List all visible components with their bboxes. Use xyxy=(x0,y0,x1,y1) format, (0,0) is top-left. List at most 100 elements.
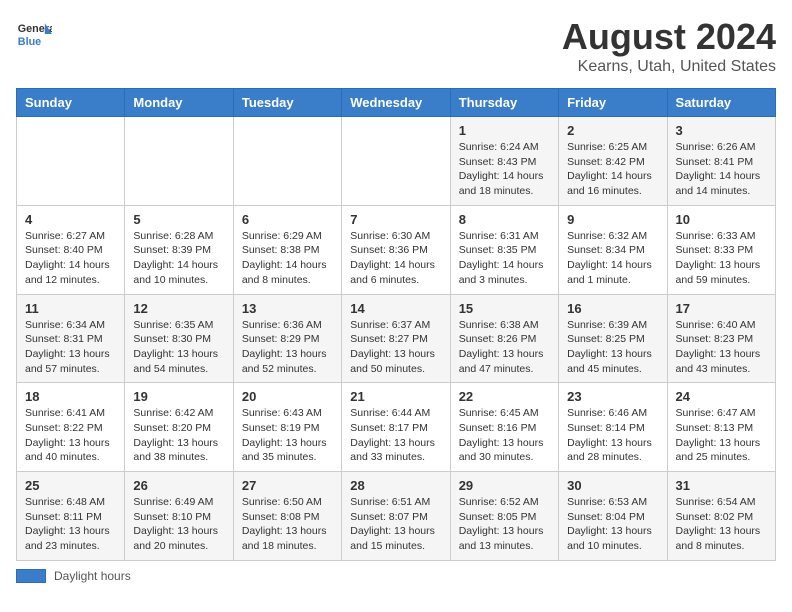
calendar-cell: 1 Sunrise: 6:24 AMSunset: 8:43 PMDaylight… xyxy=(450,117,558,206)
day-info: Sunrise: 6:41 AMSunset: 8:22 PMDaylight:… xyxy=(25,406,116,465)
day-info: Sunrise: 6:30 AMSunset: 8:36 PMDaylight:… xyxy=(350,229,441,288)
calendar-cell: 11Sunrise: 6:34 AMSunset: 8:31 PMDayligh… xyxy=(17,294,125,383)
day-info: Sunrise: 6:51 AMSunset: 8:07 PMDaylight:… xyxy=(350,495,441,554)
day-info: Sunrise: 6:53 AMSunset: 8:04 PMDaylight:… xyxy=(567,495,658,554)
day-number: 27 xyxy=(242,478,333,493)
day-number: 31 xyxy=(676,478,767,493)
col-friday: Friday xyxy=(559,89,667,117)
calendar-cell: 17 Sunrise: 6:40 AMSunset: 8:23 PMDayligh… xyxy=(667,294,775,383)
day-number: 12 xyxy=(133,301,224,316)
day-info: Sunrise: 6:26 AMSunset: 8:41 PMDaylight:… xyxy=(676,140,767,199)
day-info: Sunrise: 6:25 AMSunset: 8:42 PMDaylight:… xyxy=(567,140,658,199)
day-info: Sunrise: 6:36 AMSunset: 8:29 PMDaylight:… xyxy=(242,318,333,377)
day-number: 26 xyxy=(133,478,224,493)
day-number: 24 xyxy=(676,389,767,404)
calendar-cell: 14 Sunrise: 6:37 AMSunset: 8:27 PMDayligh… xyxy=(342,294,450,383)
col-monday: Monday xyxy=(125,89,233,117)
col-tuesday: Tuesday xyxy=(233,89,341,117)
week-row-3: 11Sunrise: 6:34 AMSunset: 8:31 PMDayligh… xyxy=(17,294,776,383)
calendar-cell: 2 Sunrise: 6:25 AMSunset: 8:42 PMDaylight… xyxy=(559,117,667,206)
day-info: Sunrise: 6:37 AMSunset: 8:27 PMDaylight:… xyxy=(350,318,441,377)
day-info: Sunrise: 6:35 AMSunset: 8:30 PMDaylight:… xyxy=(133,318,224,377)
day-info: Sunrise: 6:49 AMSunset: 8:10 PMDaylight:… xyxy=(133,495,224,554)
day-number: 3 xyxy=(676,123,767,138)
svg-text:Blue: Blue xyxy=(18,36,41,48)
calendar-cell: 29 Sunrise: 6:52 AMSunset: 8:05 PMDayligh… xyxy=(450,472,558,561)
calendar-header-row: Sunday Monday Tuesday Wednesday Thursday… xyxy=(17,89,776,117)
week-row-5: 25 Sunrise: 6:48 AMSunset: 8:11 PMDayligh… xyxy=(17,472,776,561)
calendar-cell: 27 Sunrise: 6:50 AMSunset: 8:08 PMDayligh… xyxy=(233,472,341,561)
day-number: 5 xyxy=(133,212,224,227)
logo: General Blue xyxy=(16,16,52,52)
day-number: 15 xyxy=(459,301,550,316)
calendar-cell: 12 Sunrise: 6:35 AMSunset: 8:30 PMDayligh… xyxy=(125,294,233,383)
calendar-cell xyxy=(125,117,233,206)
calendar-cell: 22 Sunrise: 6:45 AMSunset: 8:16 PMDayligh… xyxy=(450,383,558,472)
legend-label: Daylight hours xyxy=(54,569,131,583)
calendar-cell: 18 Sunrise: 6:41 AMSunset: 8:22 PMDayligh… xyxy=(17,383,125,472)
calendar-cell: 15 Sunrise: 6:38 AMSunset: 8:26 PMDayligh… xyxy=(450,294,558,383)
week-row-1: 1 Sunrise: 6:24 AMSunset: 8:43 PMDaylight… xyxy=(17,117,776,206)
day-number: 13 xyxy=(242,301,333,316)
day-number: 8 xyxy=(459,212,550,227)
calendar-table: Sunday Monday Tuesday Wednesday Thursday… xyxy=(16,88,776,561)
col-wednesday: Wednesday xyxy=(342,89,450,117)
sub-title: Kearns, Utah, United States xyxy=(562,58,776,76)
day-info: Sunrise: 6:40 AMSunset: 8:23 PMDaylight:… xyxy=(676,318,767,377)
calendar-cell: 25 Sunrise: 6:48 AMSunset: 8:11 PMDayligh… xyxy=(17,472,125,561)
calendar-cell: 24Sunrise: 6:47 AMSunset: 8:13 PMDayligh… xyxy=(667,383,775,472)
day-number: 14 xyxy=(350,301,441,316)
day-number: 1 xyxy=(459,123,550,138)
day-info: Sunrise: 6:52 AMSunset: 8:05 PMDaylight:… xyxy=(459,495,550,554)
main-title: August 2024 xyxy=(562,16,776,58)
day-info: Sunrise: 6:24 AMSunset: 8:43 PMDaylight:… xyxy=(459,140,550,199)
day-number: 16 xyxy=(567,301,658,316)
calendar-cell: 3 Sunrise: 6:26 AMSunset: 8:41 PMDaylight… xyxy=(667,117,775,206)
day-info: Sunrise: 6:46 AMSunset: 8:14 PMDaylight:… xyxy=(567,406,658,465)
calendar-cell: 8Sunrise: 6:31 AMSunset: 8:35 PMDaylight… xyxy=(450,205,558,294)
day-number: 4 xyxy=(25,212,116,227)
calendar-cell: 10Sunrise: 6:33 AMSunset: 8:33 PMDayligh… xyxy=(667,205,775,294)
day-number: 22 xyxy=(459,389,550,404)
day-number: 17 xyxy=(676,301,767,316)
day-number: 2 xyxy=(567,123,658,138)
day-number: 7 xyxy=(350,212,441,227)
day-info: Sunrise: 6:42 AMSunset: 8:20 PMDaylight:… xyxy=(133,406,224,465)
calendar-cell: 7 Sunrise: 6:30 AMSunset: 8:36 PMDaylight… xyxy=(342,205,450,294)
calendar-cell: 28 Sunrise: 6:51 AMSunset: 8:07 PMDayligh… xyxy=(342,472,450,561)
day-info: Sunrise: 6:45 AMSunset: 8:16 PMDaylight:… xyxy=(459,406,550,465)
calendar-cell xyxy=(233,117,341,206)
day-number: 6 xyxy=(242,212,333,227)
day-number: 25 xyxy=(25,478,116,493)
week-row-2: 4 Sunrise: 6:27 AMSunset: 8:40 PMDaylight… xyxy=(17,205,776,294)
calendar-cell xyxy=(342,117,450,206)
day-info: Sunrise: 6:32 AMSunset: 8:34 PMDaylight:… xyxy=(567,229,658,288)
day-number: 9 xyxy=(567,212,658,227)
day-number: 29 xyxy=(459,478,550,493)
calendar-cell xyxy=(17,117,125,206)
day-info: Sunrise: 6:27 AMSunset: 8:40 PMDaylight:… xyxy=(25,229,116,288)
legend: Daylight hours xyxy=(16,569,776,583)
title-area: August 2024 Kearns, Utah, United States xyxy=(562,16,776,76)
day-info: Sunrise: 6:48 AMSunset: 8:11 PMDaylight:… xyxy=(25,495,116,554)
day-info: Sunrise: 6:50 AMSunset: 8:08 PMDaylight:… xyxy=(242,495,333,554)
week-row-4: 18 Sunrise: 6:41 AMSunset: 8:22 PMDayligh… xyxy=(17,383,776,472)
day-info: Sunrise: 6:28 AMSunset: 8:39 PMDaylight:… xyxy=(133,229,224,288)
calendar-cell: 5 Sunrise: 6:28 AMSunset: 8:39 PMDaylight… xyxy=(125,205,233,294)
calendar-cell: 19 Sunrise: 6:42 AMSunset: 8:20 PMDayligh… xyxy=(125,383,233,472)
day-number: 10 xyxy=(676,212,767,227)
calendar-cell: 30 Sunrise: 6:53 AMSunset: 8:04 PMDayligh… xyxy=(559,472,667,561)
calendar-cell: 6 Sunrise: 6:29 AMSunset: 8:38 PMDaylight… xyxy=(233,205,341,294)
day-info: Sunrise: 6:38 AMSunset: 8:26 PMDaylight:… xyxy=(459,318,550,377)
day-number: 18 xyxy=(25,389,116,404)
day-info: Sunrise: 6:54 AMSunset: 8:02 PMDaylight:… xyxy=(676,495,767,554)
calendar-cell: 20Sunrise: 6:43 AMSunset: 8:19 PMDayligh… xyxy=(233,383,341,472)
calendar-cell: 9 Sunrise: 6:32 AMSunset: 8:34 PMDaylight… xyxy=(559,205,667,294)
calendar-cell: 23Sunrise: 6:46 AMSunset: 8:14 PMDayligh… xyxy=(559,383,667,472)
day-number: 28 xyxy=(350,478,441,493)
day-number: 19 xyxy=(133,389,224,404)
day-info: Sunrise: 6:39 AMSunset: 8:25 PMDaylight:… xyxy=(567,318,658,377)
day-info: Sunrise: 6:29 AMSunset: 8:38 PMDaylight:… xyxy=(242,229,333,288)
day-number: 30 xyxy=(567,478,658,493)
calendar-cell: 16 Sunrise: 6:39 AMSunset: 8:25 PMDayligh… xyxy=(559,294,667,383)
